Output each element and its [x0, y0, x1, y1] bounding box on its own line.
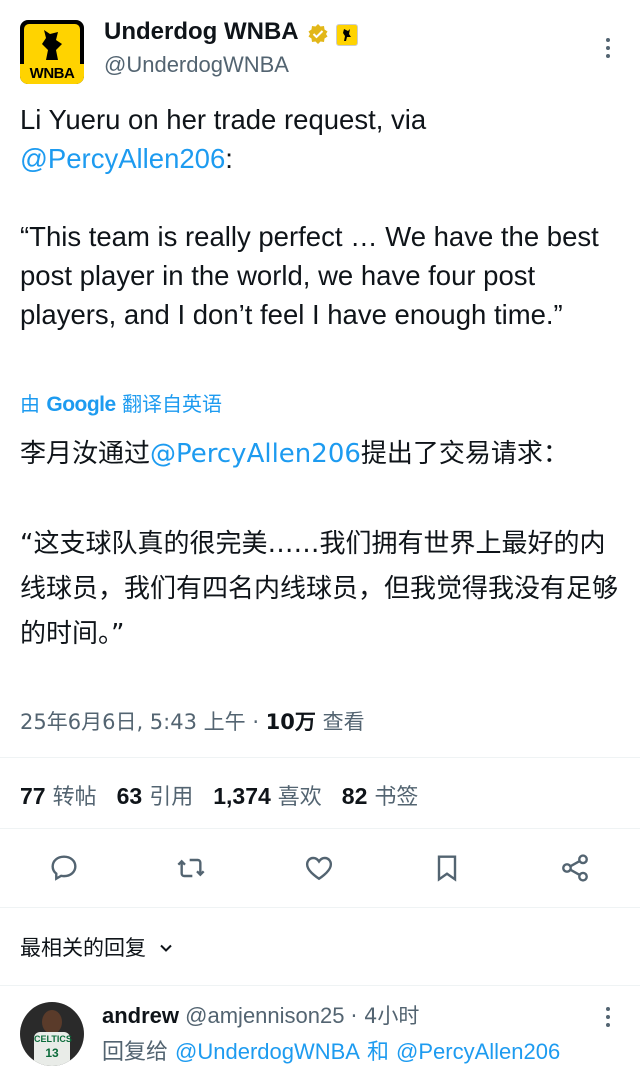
- jersey-text: CELTICS: [34, 1034, 72, 1044]
- bookmark-button[interactable]: [427, 848, 467, 888]
- tweet-text-line: Li Yueru on her trade request, via: [20, 104, 427, 135]
- zh-text-start: 李月汝通过: [20, 439, 151, 469]
- stat-label: 书签: [374, 785, 419, 810]
- share-button[interactable]: [555, 848, 595, 888]
- divider: [0, 757, 640, 758]
- share-icon: [562, 854, 588, 882]
- stat-likes[interactable]: 1,374 喜欢: [213, 779, 322, 811]
- engagement-stats: 77 转帖 63 引用 1,374 喜欢 82 书签: [20, 779, 418, 811]
- tweet-meta: 25年6月6日, 5:43 上午 · 10万 查看: [20, 706, 365, 736]
- bookmark-icon: [437, 855, 457, 882]
- divider: [0, 828, 640, 829]
- stat-count: 77: [20, 783, 46, 809]
- translate-suffix: 翻译自英语: [122, 392, 223, 416]
- replying-and: 和: [366, 1040, 389, 1065]
- replying-to: 回复给 @UnderdogWNBA 和 @PercyAllen206: [102, 1034, 560, 1066]
- author-avatar[interactable]: WNBA: [20, 20, 84, 84]
- stat-bookmarks[interactable]: 82 书签: [342, 779, 419, 811]
- zh-text-end: 提出了交易请求：: [360, 439, 569, 469]
- divider: [0, 907, 640, 908]
- reply-avatar[interactable]: CELTICS 13: [20, 1002, 84, 1066]
- zh-quote: “这支球队真的很完美……我们拥有世界上最好的内线球员，我们有四名内线球员，但我觉…: [20, 529, 619, 649]
- tweet-text-colon: :: [225, 143, 233, 174]
- affiliate-badge-icon[interactable]: [336, 24, 358, 46]
- retweet-icon: [177, 858, 205, 878]
- views-count: 10万: [265, 710, 316, 734]
- stat-label: 转帖: [52, 785, 97, 810]
- stat-label: 喜欢: [277, 785, 322, 810]
- mention-link[interactable]: @PercyAllen206: [20, 143, 225, 174]
- chevron-down-icon: [159, 944, 172, 952]
- replying-prefix: 回复给: [102, 1040, 169, 1065]
- avatar-jersey: CELTICS 13: [34, 1032, 72, 1066]
- author-display-name[interactable]: Underdog WNBA: [104, 18, 299, 46]
- tweet-text-original: Li Yueru on her trade request, via @Perc…: [20, 100, 620, 334]
- jersey-number: 13: [45, 1046, 59, 1060]
- like-icon: [305, 856, 333, 881]
- stat-quotes[interactable]: 63 引用: [117, 779, 194, 811]
- reply-author-handle[interactable]: @amjennison25: [185, 1003, 344, 1028]
- logo-dog-icon: [24, 24, 80, 64]
- reply-more-options-icon[interactable]: [598, 1004, 618, 1030]
- translate-attribution[interactable]: 由 Google 翻译自英语: [20, 388, 222, 417]
- reply-header: andrew @amjennison25 · 4小时: [102, 1000, 419, 1030]
- divider: [0, 985, 640, 986]
- retweet-button[interactable]: [171, 848, 211, 888]
- reply-sort-dropdown[interactable]: 最相关的回复: [20, 932, 175, 962]
- stat-count: 1,374: [213, 783, 271, 809]
- verified-badge-icon: [308, 24, 328, 44]
- replying-user-link[interactable]: @PercyAllen206: [396, 1039, 560, 1064]
- replying-user-link[interactable]: @UnderdogWNBA: [175, 1039, 360, 1064]
- reply-button[interactable]: [44, 848, 84, 888]
- stat-label: 引用: [149, 785, 194, 810]
- mention-link-translated[interactable]: @PercyAllen206: [150, 439, 361, 469]
- views-label: 查看: [315, 710, 365, 734]
- meta-separator: ·: [245, 710, 266, 734]
- stat-reposts[interactable]: 77 转帖: [20, 779, 97, 811]
- author-handle[interactable]: @UnderdogWNBA: [104, 52, 289, 78]
- reply-icon: [51, 855, 77, 881]
- logo-text: WNBA: [20, 64, 84, 84]
- translate-prefix: 由: [20, 392, 40, 416]
- reply-author-name[interactable]: andrew: [102, 1003, 179, 1028]
- google-logo: Google: [46, 393, 116, 416]
- timestamp[interactable]: 25年6月6日, 5:43 上午: [20, 710, 246, 734]
- avatar-head: [42, 1010, 62, 1034]
- tweet-text-translated: 李月汝通过@PercyAllen206提出了交易请求： “这支球队真的很完美………: [20, 432, 620, 657]
- stat-count: 82: [341, 783, 368, 809]
- stat-count: 63: [116, 783, 143, 809]
- reply-time[interactable]: · 4小时: [351, 1004, 420, 1028]
- tweet-quote: “This team is really perfect … We have t…: [20, 221, 607, 330]
- sort-label: 最相关的回复: [20, 936, 146, 960]
- more-options-icon[interactable]: [598, 34, 618, 62]
- like-button[interactable]: [299, 848, 339, 888]
